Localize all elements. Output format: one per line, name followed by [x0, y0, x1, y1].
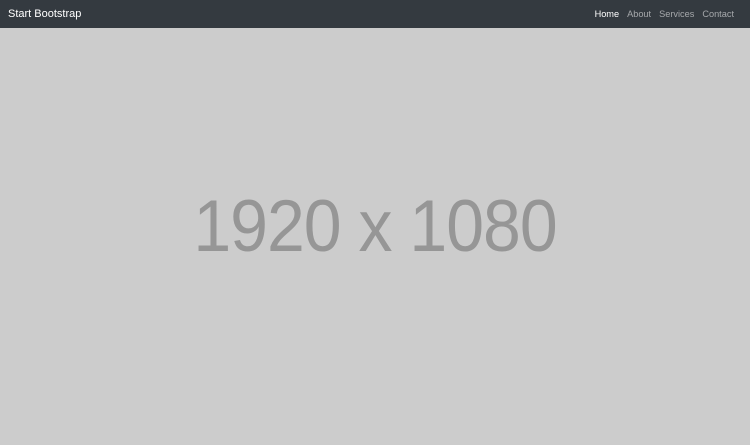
hero-placeholder-image: 1920 x 1080	[0, 28, 750, 445]
placeholder-dimensions-text: 1920 x 1080	[193, 184, 557, 267]
